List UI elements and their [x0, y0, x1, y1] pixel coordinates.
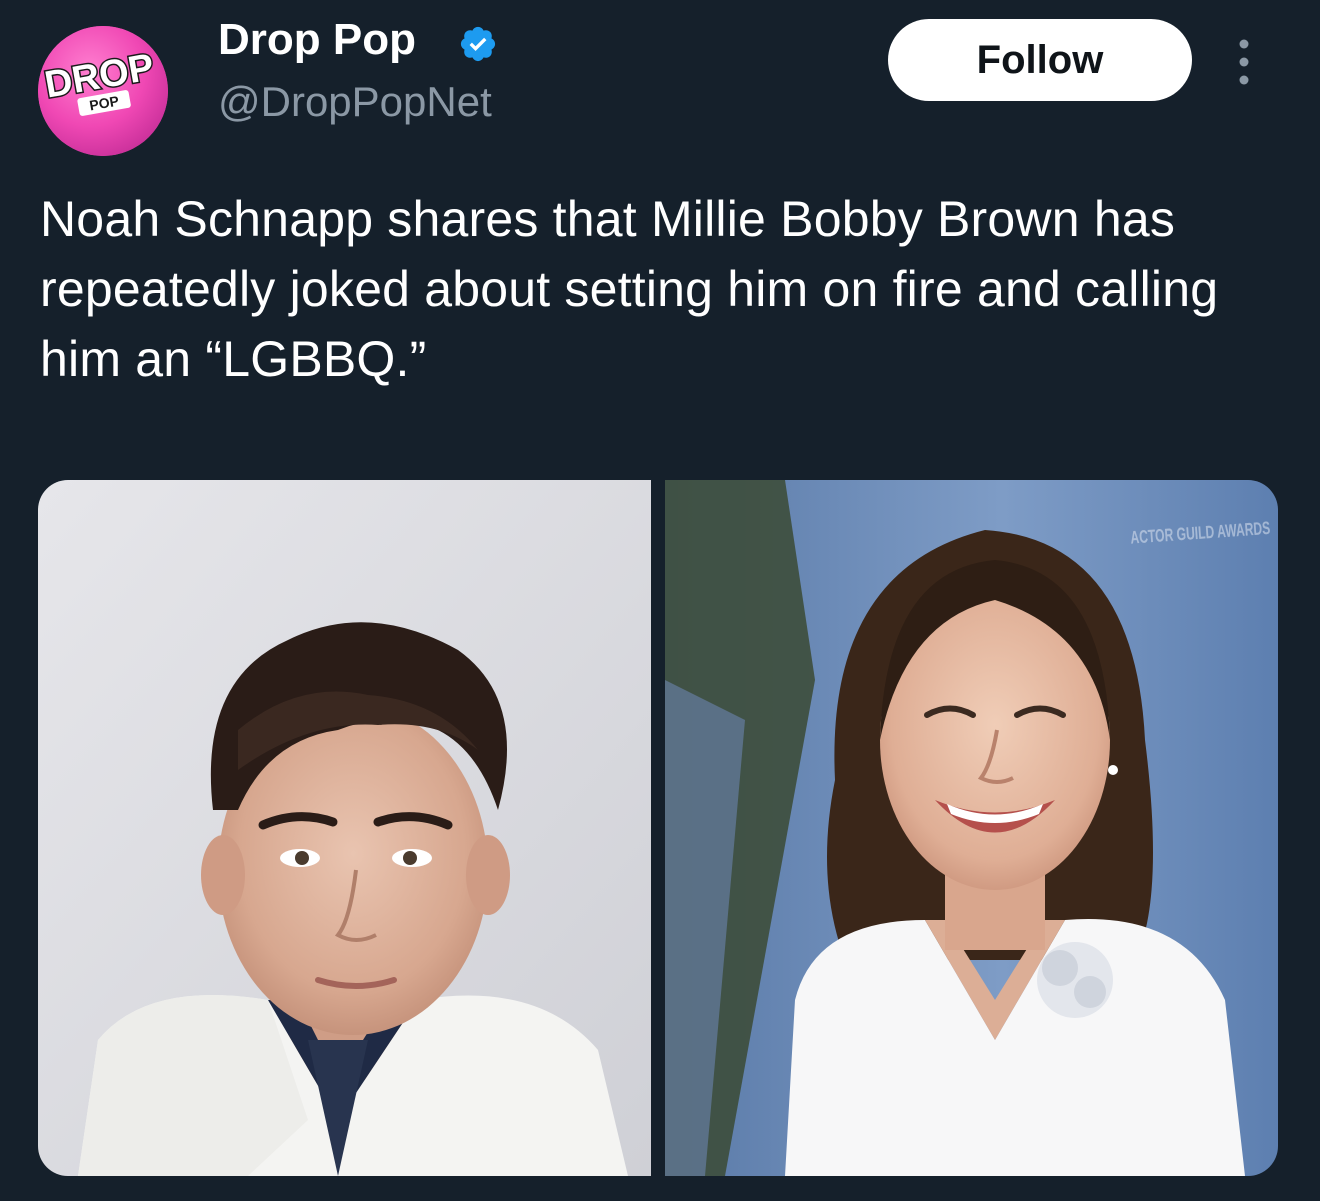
tweet-text: Noah Schnapp shares that Millie Bobby Br…: [40, 191, 1219, 387]
photo-left[interactable]: [38, 480, 651, 1176]
tweet-card: DROP POP Drop Pop @DropPopNet Follow Noa…: [0, 0, 1320, 1201]
drop-pop-logo: DROP POP: [38, 26, 168, 156]
avatar[interactable]: DROP POP: [38, 26, 168, 156]
photo-right[interactable]: ACTOR GUILD AWARDS: [665, 480, 1278, 1176]
more-vertical-icon[interactable]: [1232, 38, 1256, 86]
account-handle[interactable]: @DropPopNet: [218, 76, 492, 128]
display-name[interactable]: Drop Pop: [218, 14, 416, 66]
media-grid: ACTOR GUILD AWARDS: [38, 480, 1278, 1176]
portrait-woman-image: ACTOR GUILD AWARDS: [665, 480, 1278, 1176]
verified-badge-icon: [460, 26, 496, 62]
portrait-man-image: [38, 480, 651, 1176]
follow-button[interactable]: Follow: [888, 19, 1192, 101]
